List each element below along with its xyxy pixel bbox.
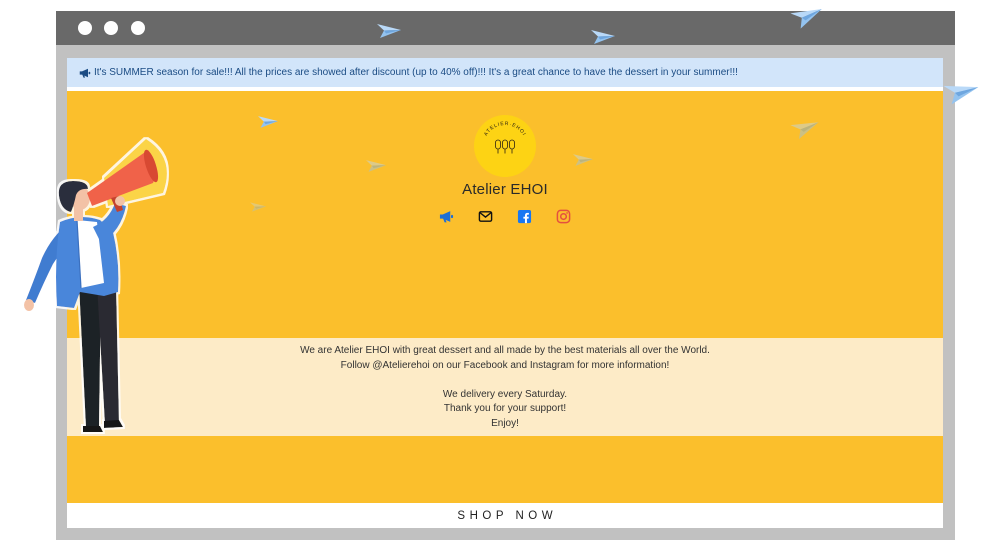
window-dot	[78, 21, 92, 35]
facebook-icon	[517, 209, 532, 224]
hero-section: ATELIER·EHOI Atelier EHOI	[67, 91, 943, 338]
instagram-link[interactable]	[556, 209, 571, 224]
about-line: Thank you for your support!	[443, 403, 567, 415]
email-link[interactable]	[478, 209, 493, 224]
window-dot	[104, 21, 118, 35]
instagram-icon	[556, 209, 571, 224]
spacer-band	[67, 436, 943, 503]
web-page: It's SUMMER season for sale!!! All the p…	[67, 58, 943, 528]
megaphone-icon	[439, 211, 454, 223]
logo-badge: ATELIER·EHOI	[474, 115, 536, 177]
browser-window: It's SUMMER season for sale!!! All the p…	[56, 11, 955, 540]
brand-logo: ATELIER·EHOI	[474, 115, 536, 177]
shop-now-button[interactable]: SHOP NOW	[67, 503, 943, 528]
window-dot	[131, 21, 145, 35]
about-line: Follow @Atelierehoi on our Facebook and …	[340, 359, 670, 371]
about-paragraph: We are Atelier EHOI with great dessert a…	[67, 344, 943, 373]
about-line: We are Atelier EHOI with great dessert a…	[300, 345, 710, 356]
about-line: Enjoy!	[491, 417, 519, 429]
about-line: We delivery every Saturday.	[442, 388, 568, 400]
announcement-text: It's SUMMER season for sale!!! All the p…	[94, 67, 738, 78]
facebook-link[interactable]	[517, 209, 532, 224]
brand-name: Atelier EHOI	[462, 181, 548, 198]
browser-titlebar	[56, 11, 955, 45]
about-paragraph: We delivery every Saturday. Thank you fo…	[67, 388, 943, 432]
announcement-bar: It's SUMMER season for sale!!! All the p…	[67, 58, 943, 87]
social-links	[439, 209, 571, 224]
about-section: We are Atelier EHOI with great dessert a…	[67, 338, 943, 436]
envelope-icon	[478, 211, 493, 222]
megaphone-link[interactable]	[439, 209, 454, 224]
megaphone-icon	[79, 67, 91, 79]
